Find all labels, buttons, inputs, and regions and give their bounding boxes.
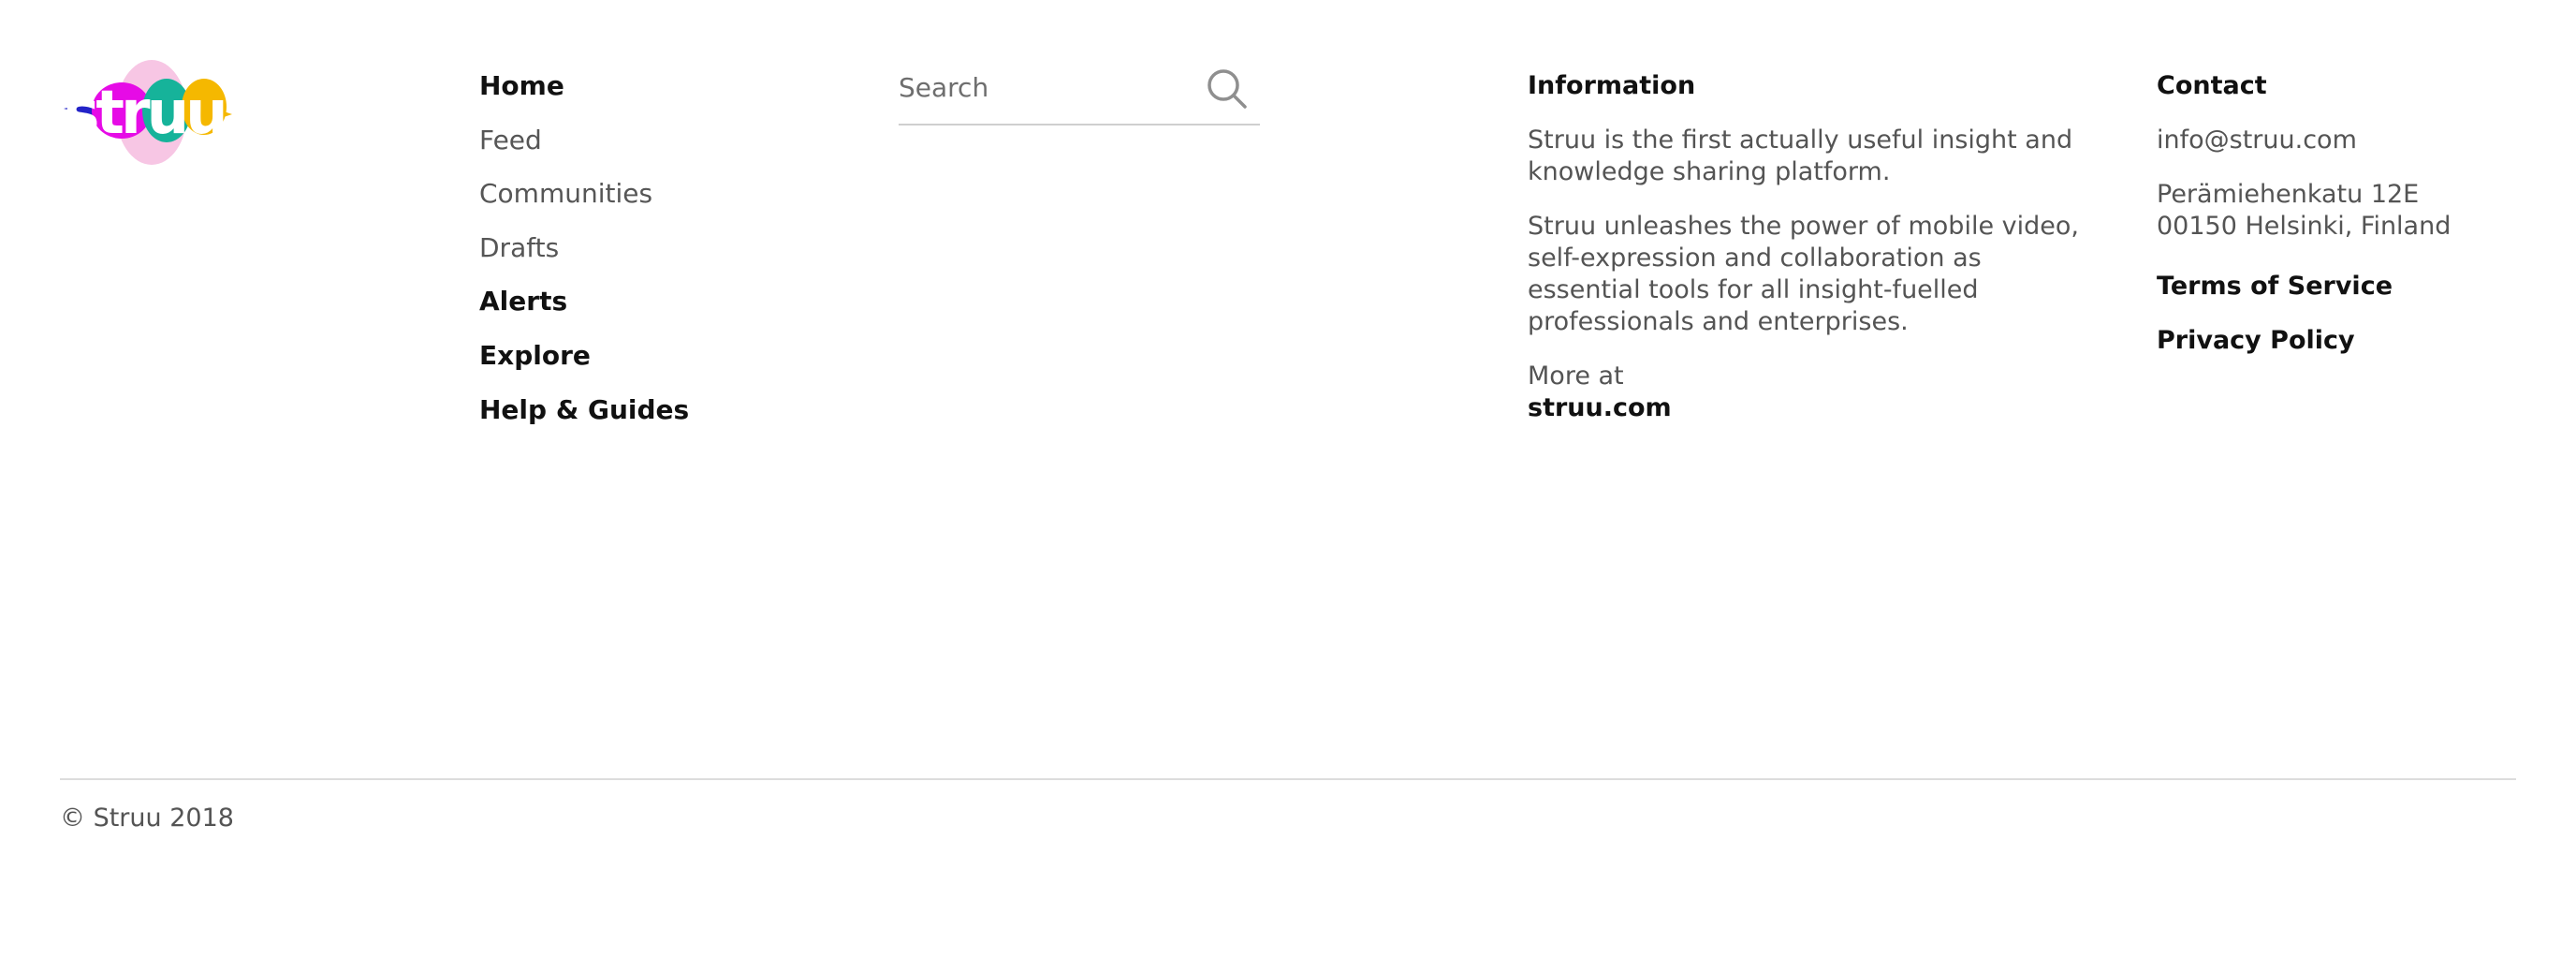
nav-item-explore[interactable]: Explore — [479, 340, 689, 394]
footer-divider — [60, 778, 2516, 780]
search-icon[interactable] — [1204, 66, 1251, 112]
nav-item-feed[interactable]: Feed — [479, 125, 689, 179]
struu-logo[interactable]: struu — [62, 58, 240, 167]
contact-section: Contact info@struu.com Perämiehenkatu 12… — [2157, 70, 2550, 357]
nav-item-alerts[interactable]: Alerts — [479, 286, 689, 340]
information-paragraph-2: Struu unleashes the power of mobile vide… — [1528, 212, 2079, 336]
information-paragraph-1: Struu is the first actually useful insig… — [1528, 125, 2073, 186]
information-heading: Information — [1528, 71, 1696, 100]
footer-nav: Home Feed Communities Drafts Alerts Expl… — [479, 70, 689, 448]
contact-address: Perämiehenkatu 12E 00150 Helsinki, Finla… — [2157, 179, 2550, 243]
more-at-label: More at — [1528, 361, 1624, 391]
contact-email-link[interactable]: info@struu.com — [2157, 125, 2550, 156]
nav-item-help-guides[interactable]: Help & Guides — [479, 394, 689, 449]
search-box — [899, 64, 1260, 125]
privacy-policy-link[interactable]: Privacy Policy — [2157, 325, 2550, 357]
nav-item-drafts[interactable]: Drafts — [479, 232, 689, 287]
search-input[interactable] — [899, 64, 1198, 111]
site-footer: struu Home Feed Communities Drafts Alert… — [0, 0, 2576, 959]
nav-item-home[interactable]: Home — [479, 70, 689, 125]
address-line-2: 00150 Helsinki, Finland — [2157, 212, 2452, 241]
logo-wordmark: struu — [64, 79, 224, 148]
address-line-1: Perämiehenkatu 12E — [2157, 180, 2420, 209]
terms-of-service-link[interactable]: Terms of Service — [2157, 271, 2550, 302]
contact-heading: Contact — [2157, 71, 2267, 100]
nav-item-communities[interactable]: Communities — [479, 178, 689, 232]
struu-website-link[interactable]: struu.com — [1528, 392, 2089, 424]
copyright-text: © Struu 2018 — [60, 804, 234, 833]
information-section: Information Struu is the first actually … — [1528, 70, 2089, 424]
